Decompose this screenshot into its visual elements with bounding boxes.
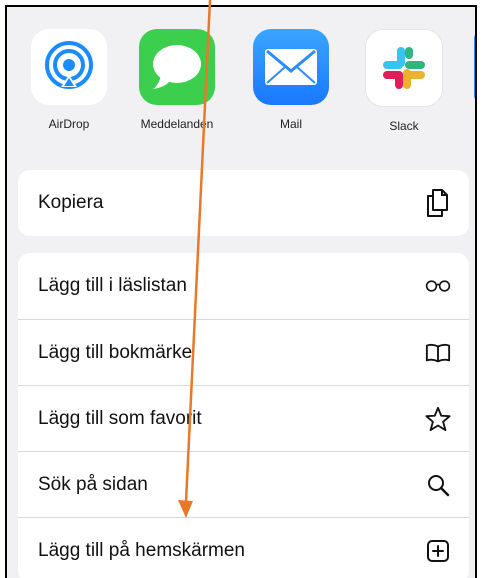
glasses-icon	[425, 273, 451, 299]
add-square-icon	[425, 538, 451, 564]
action-copy[interactable]: Kopiera	[18, 170, 469, 236]
airdrop-icon	[31, 29, 107, 105]
airdrop-app[interactable]: AirDrop	[27, 29, 111, 131]
mail-app[interactable]: Mail	[249, 29, 333, 131]
app-label: Meddelanden	[140, 117, 214, 131]
app-label: AirDrop	[48, 117, 90, 131]
action-find-on-page[interactable]: Sök på sidan	[18, 451, 469, 517]
search-icon	[425, 472, 451, 498]
action-bookmark[interactable]: Lägg till bokmärke	[18, 319, 469, 385]
slack-icon	[365, 29, 443, 107]
action-label: Lägg till i läslistan	[38, 275, 187, 296]
action-label: Kopiera	[38, 192, 104, 213]
copy-icon	[425, 189, 451, 217]
app-label: Mail	[279, 117, 302, 131]
mail-icon	[253, 29, 329, 105]
app-share-row: AirDrop Meddelanden Mail Slack	[7, 7, 475, 155]
messages-app[interactable]: Meddelanden	[135, 29, 219, 131]
book-icon	[425, 340, 451, 366]
action-label: Lägg till på hemskärmen	[38, 539, 245, 561]
slack-app[interactable]: Slack	[362, 29, 446, 133]
action-label: Lägg till som favorit	[38, 407, 202, 429]
star-icon	[425, 406, 451, 432]
action-label: Sök på sidan	[38, 473, 148, 495]
partial-app-icon[interactable]	[474, 29, 475, 105]
action-add-to-home-screen[interactable]: Lägg till på hemskärmen	[18, 517, 469, 578]
action-reading-list[interactable]: Lägg till i läslistan	[18, 253, 469, 319]
actions-group: Lägg till i läslistan Lägg till bokmärke…	[18, 253, 469, 578]
app-label: Slack	[389, 119, 419, 133]
messages-icon	[139, 29, 215, 105]
action-favorite[interactable]: Lägg till som favorit	[18, 385, 469, 451]
share-sheet: AirDrop Meddelanden Mail Slack Kopiera L…	[5, 5, 477, 578]
copy-group: Kopiera	[18, 170, 469, 236]
action-label: Lägg till bokmärke	[38, 341, 193, 363]
